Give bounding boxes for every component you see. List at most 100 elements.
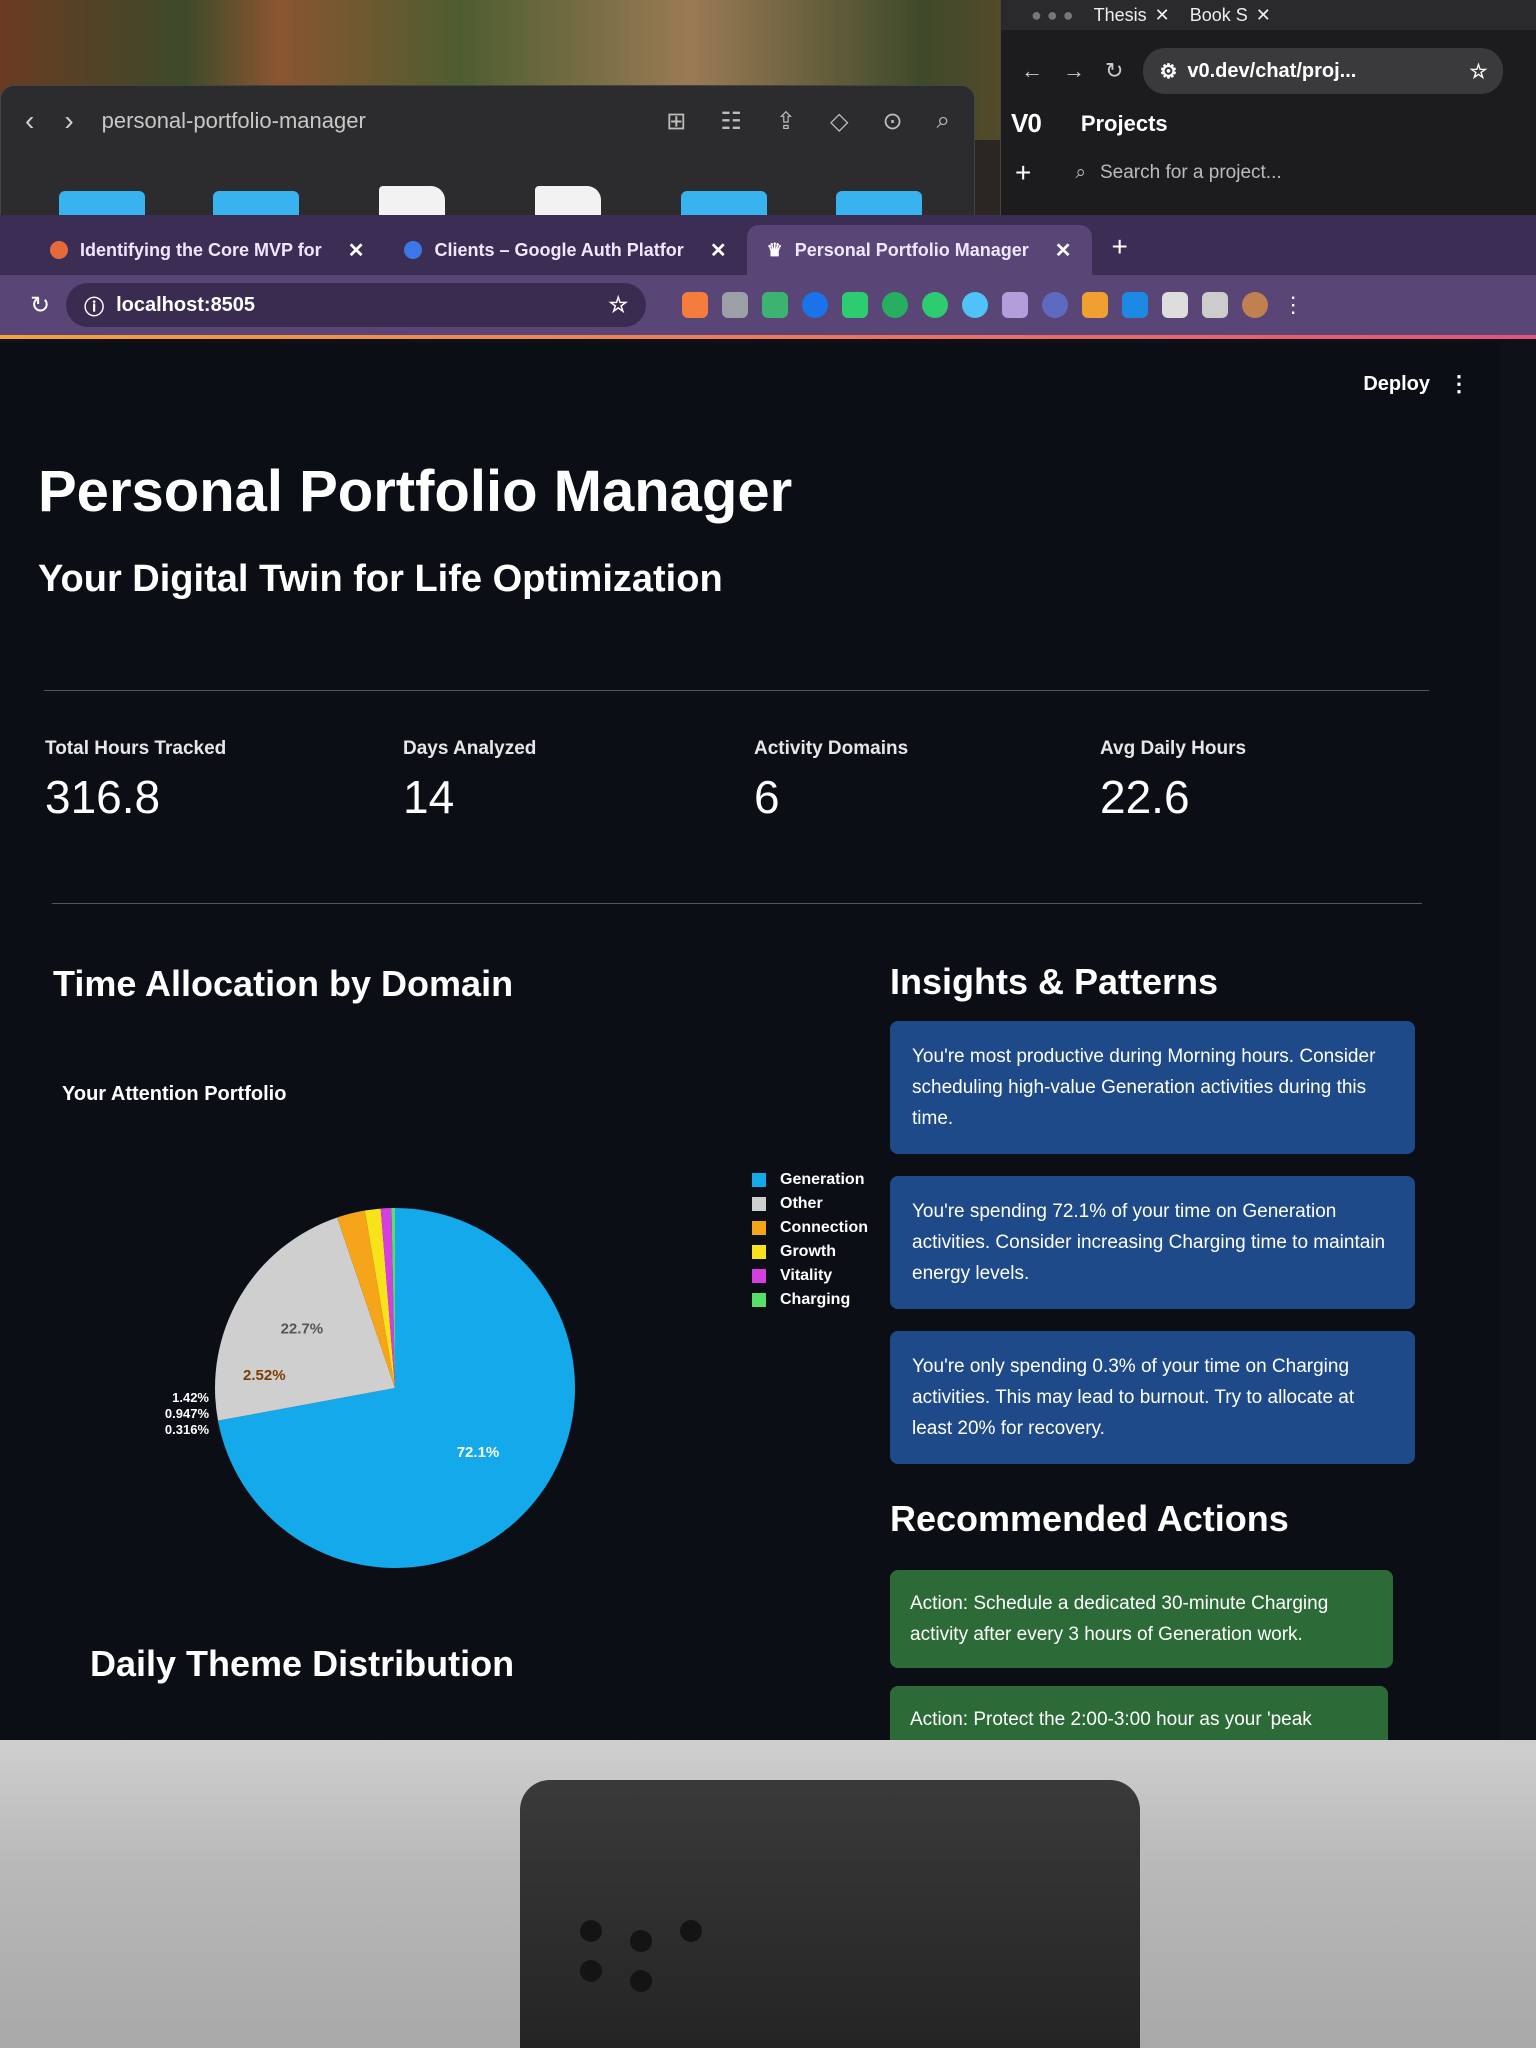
legend-item-vitality[interactable]: Vitality — [752, 1264, 868, 1288]
project-search-input[interactable]: Search for a project... — [1100, 162, 1282, 184]
info-icon[interactable]: ⓘ — [84, 291, 104, 320]
address-bar[interactable]: ⓘ localhost:8505 ☆ — [66, 283, 647, 327]
tab-identifying-mvp[interactable]: Identifying the Core MVP for ✕ — [0, 225, 384, 275]
page-subtitle: Your Digital Twin for Life Optimization — [38, 558, 723, 600]
extension-icon[interactable] — [922, 292, 949, 318]
tab-book[interactable]: Book S ✕ — [1190, 5, 1271, 26]
extension-icon[interactable] — [1042, 292, 1069, 318]
insight-card: You're spending 72.1% of your time on Ge… — [890, 1176, 1415, 1309]
tab-thesis[interactable]: Thesis ✕ — [1094, 5, 1170, 26]
pie-label-other: 22.7% — [281, 1320, 324, 1337]
extension-icon[interactable] — [722, 292, 749, 318]
action-text: Action: Protect the 2:00-3:00 hour as yo… — [910, 1709, 1312, 1730]
v0-browser-window: ● ● ● Thesis ✕ Book S ✕ ← → ↻ ⚙ v0.dev/c… — [1000, 0, 1536, 230]
legend-item-other[interactable]: Other — [752, 1192, 868, 1216]
close-icon[interactable]: ✕ — [710, 238, 727, 263]
metric-label: Days Analyzed — [403, 738, 537, 759]
extension-icon[interactable] — [842, 292, 869, 318]
metric-value: 6 — [754, 771, 780, 823]
action-text: Action: Schedule a dedicated 30-minute C… — [910, 1593, 1329, 1645]
bookmark-star-icon[interactable]: ☆ — [1470, 59, 1488, 84]
more-icon[interactable]: ⊙ — [882, 107, 902, 136]
loading-accent-line — [0, 335, 1536, 339]
main-browser-window: Identifying the Core MVP for ✕ Clients –… — [0, 215, 1536, 1740]
legend-label: Other — [780, 1195, 823, 1212]
legend-label: Growth — [780, 1243, 836, 1260]
window-controls[interactable]: ● ● ● — [1031, 5, 1074, 26]
legend-item-growth[interactable]: Growth — [752, 1240, 868, 1264]
legend-item-charging[interactable]: Charging — [752, 1288, 868, 1312]
extension-icon[interactable] — [762, 292, 789, 318]
extension-icon[interactable] — [1122, 292, 1149, 318]
legend-label: Connection — [780, 1219, 868, 1236]
insight-text: You're only spending 0.3% of your time o… — [912, 1356, 1355, 1439]
claude-icon — [50, 241, 68, 259]
forward-icon[interactable]: › — [64, 105, 73, 137]
monitor-stand — [520, 1780, 1140, 2048]
bookmark-star-icon[interactable]: ☆ — [608, 292, 628, 318]
reload-icon[interactable]: ↻ — [30, 291, 50, 320]
close-icon[interactable]: ✕ — [1256, 5, 1271, 26]
metric-activity-domains: Activity Domains 6 — [754, 738, 908, 824]
metric-label: Total Hours Tracked — [45, 738, 227, 759]
main-menu-icon[interactable]: ⋮ — [1448, 371, 1470, 397]
legend-item-connection[interactable]: Connection — [752, 1216, 868, 1240]
projects-title: Projects — [1080, 110, 1168, 136]
v0-address-bar[interactable]: ⚙ v0.dev/chat/proj... ☆ — [1143, 48, 1504, 94]
extension-icon[interactable] — [1002, 292, 1029, 318]
close-icon[interactable]: ✕ — [1055, 238, 1072, 263]
pie-chart[interactable]: 72.1% 22.7% 2.52% 1.42%0.947%0.316% — [140, 1133, 640, 1613]
pie-chart-area: 72.1% 22.7% 2.52% 1.42% 0.947% 0.316% — [140, 1133, 640, 1613]
metric-avg-daily-hours: Avg Daily Hours 22.6 — [1100, 738, 1246, 824]
metric-label: Avg Daily Hours — [1100, 738, 1247, 759]
reload-icon[interactable]: ↻ — [1105, 58, 1123, 84]
recommended-actions-title: Recommended Actions — [890, 1498, 1289, 1539]
back-arrow-icon[interactable]: ← — [1021, 58, 1043, 84]
site-info-icon[interactable]: ⚙ — [1159, 59, 1177, 84]
legend-label: Generation — [780, 1171, 865, 1188]
page-title: Personal Portfolio Manager — [38, 459, 793, 524]
close-icon[interactable]: ✕ — [348, 238, 365, 263]
tag-icon[interactable]: ◇ — [830, 107, 848, 136]
extension-icon[interactable] — [1082, 292, 1109, 318]
plus-icon[interactable]: + — [1015, 157, 1031, 189]
extension-icon[interactable] — [962, 292, 989, 318]
more-menu-icon[interactable]: ⋮ — [1282, 292, 1304, 318]
download-icon[interactable] — [1202, 292, 1229, 318]
extension-icon[interactable] — [682, 292, 709, 318]
pie-label-growth: 1.42% — [172, 1390, 209, 1405]
share-icon[interactable]: ⇪ — [776, 107, 796, 136]
search-icon: ⌕ — [1075, 162, 1086, 183]
time-allocation-title: Time Allocation by Domain — [53, 963, 514, 1004]
legend-swatch — [752, 1293, 766, 1307]
avatar[interactable] — [1242, 292, 1269, 318]
puzzle-icon[interactable] — [1162, 292, 1189, 318]
tab-label: Clients – Google Auth Platfor — [434, 239, 684, 260]
daily-theme-title: Daily Theme Distribution — [90, 1643, 515, 1684]
view-grid-icon[interactable]: ⊞ — [666, 107, 686, 136]
back-icon[interactable]: ‹ — [25, 105, 34, 137]
insight-text: You're spending 72.1% of your time on Ge… — [912, 1201, 1386, 1284]
legend-swatch — [752, 1245, 766, 1259]
extension-icon[interactable] — [882, 292, 909, 318]
group-icon[interactable]: ☷ — [720, 107, 742, 136]
legend-swatch — [752, 1269, 766, 1283]
search-icon[interactable]: ⌕ — [937, 107, 950, 135]
close-icon[interactable]: ✕ — [1155, 5, 1170, 26]
tab-personal-portfolio[interactable]: ♛ Personal Portfolio Manager ✕ — [746, 225, 1092, 275]
tab-google-auth[interactable]: Clients – Google Auth Platfor ✕ — [384, 225, 746, 275]
extensions-row: ⋮ — [682, 292, 1304, 318]
v0-logo: V0 — [1011, 108, 1042, 138]
action-card: Action: Schedule a dedicated 30-minute C… — [890, 1570, 1393, 1668]
legend-item-generation[interactable]: Generation — [752, 1168, 868, 1192]
divider — [52, 903, 1422, 904]
forward-arrow-icon[interactable]: → — [1063, 58, 1085, 84]
divider — [44, 690, 1429, 691]
tab-label: Book S — [1189, 4, 1248, 25]
legend-label: Charging — [780, 1291, 851, 1308]
insight-card: You're most productive during Morning ho… — [890, 1021, 1415, 1154]
extension-icon[interactable] — [802, 292, 829, 318]
metric-value: 316.8 — [45, 771, 161, 823]
new-tab-button[interactable]: + — [1112, 231, 1128, 263]
deploy-button[interactable]: Deploy — [1363, 373, 1430, 396]
